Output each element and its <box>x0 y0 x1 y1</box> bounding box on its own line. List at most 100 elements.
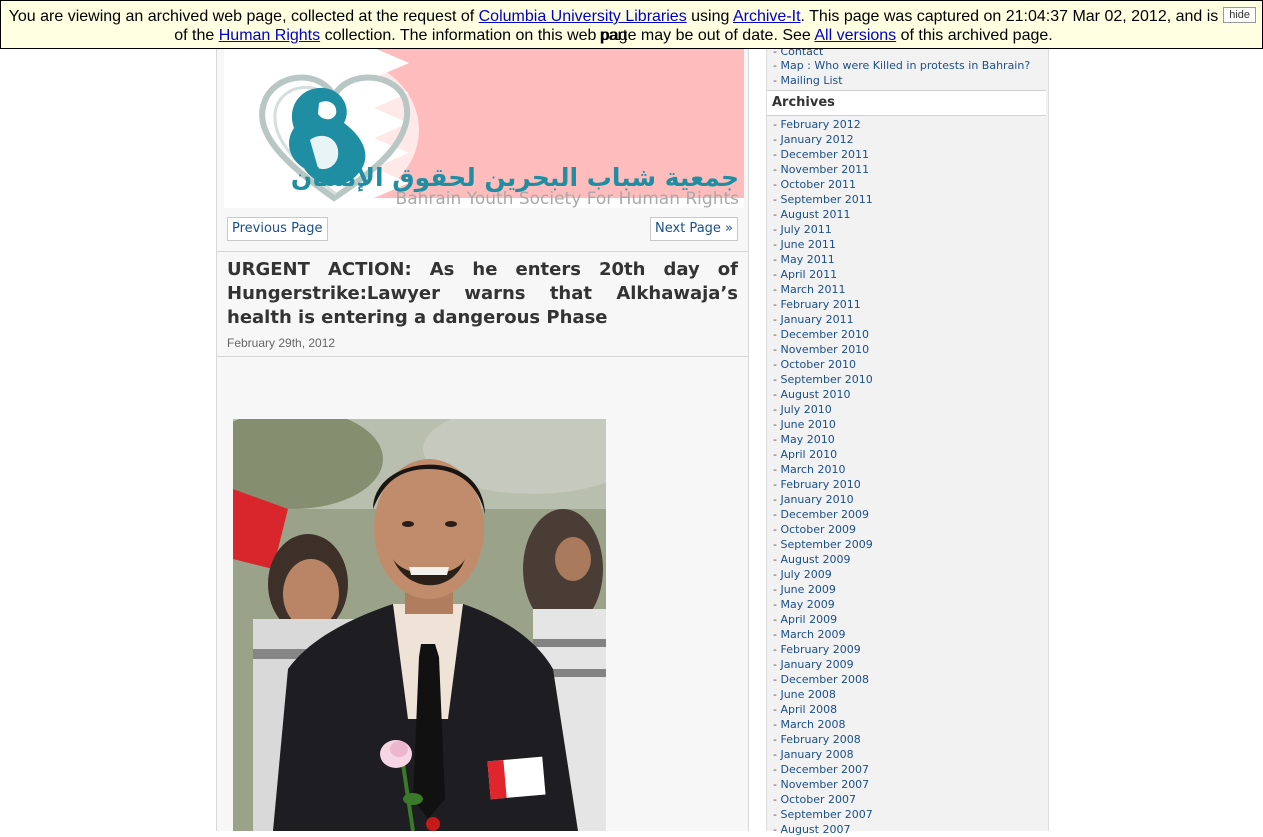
archive-link-label: April 2010 <box>780 448 838 461</box>
archive-link[interactable]: - July 2010 <box>767 402 1048 417</box>
archive-link[interactable]: - May 2010 <box>767 432 1048 447</box>
archive-link-label: February 2009 <box>780 643 861 656</box>
archive-banner: You are viewing an archived web page, co… <box>0 0 1263 49</box>
archive-link[interactable]: - January 2009 <box>767 657 1048 672</box>
archive-link[interactable]: - December 2010 <box>767 327 1048 342</box>
archive-link-label: October 2010 <box>780 358 856 371</box>
archives-header: Archives <box>767 90 1046 116</box>
post-date: February 29th, 2012 <box>227 336 336 350</box>
archive-link[interactable]: - January 2011 <box>767 312 1048 327</box>
archive-link[interactable]: - August 2011 <box>767 207 1048 222</box>
archive-link[interactable]: - September 2007 <box>767 807 1048 822</box>
sidebar: - Contact - Map : Who were Killed in pro… <box>766 0 1049 836</box>
archive-link[interactable]: - June 2011 <box>767 237 1048 252</box>
archive-link[interactable]: - February 2012 <box>767 117 1048 132</box>
archive-link[interactable]: - October 2007 <box>767 792 1048 807</box>
archive-link[interactable]: - September 2009 <box>767 537 1048 552</box>
archive-link-label: June 2009 <box>780 583 836 596</box>
archive-link-label: October 2007 <box>780 793 856 806</box>
sidebar-link-mailing-list[interactable]: - Mailing List <box>773 73 843 88</box>
divider <box>217 251 748 252</box>
archive-link[interactable]: - November 2010 <box>767 342 1048 357</box>
archive-link[interactable]: - February 2009 <box>767 642 1048 657</box>
archives-list: - February 2012- January 2012- December … <box>767 117 1048 837</box>
archive-link[interactable]: - June 2009 <box>767 582 1048 597</box>
banner-line-2: of the Human Rights collection. The info… <box>1 26 1226 45</box>
banner-text: collection. The information on this web … <box>320 27 815 44</box>
archive-link-label: January 2008 <box>780 748 854 761</box>
archive-link[interactable]: - October 2011 <box>767 177 1048 192</box>
portrait-photo <box>233 419 606 831</box>
archive-link[interactable]: - June 2008 <box>767 687 1048 702</box>
post-photo <box>233 419 606 831</box>
archive-link[interactable]: - October 2009 <box>767 522 1048 537</box>
archive-link[interactable]: - July 2011 <box>767 222 1048 237</box>
archive-link-label: November 2011 <box>780 163 870 176</box>
archive-link-label: January 2009 <box>780 658 854 671</box>
logo-graphic: جمعية شباب البحرين لحقوق الإنسان Bahrain… <box>259 48 744 208</box>
banner-text: of this archived page. <box>896 27 1053 44</box>
archive-link-label: August 2007 <box>780 823 851 836</box>
archive-link[interactable]: - December 2007 <box>767 762 1048 777</box>
archive-link[interactable]: - December 2011 <box>767 147 1048 162</box>
archive-link[interactable]: - February 2008 <box>767 732 1048 747</box>
post-title-link[interactable]: URGENT ACTION: As he enters 20th day of … <box>227 258 738 330</box>
next-page-button[interactable]: Next Page » <box>650 217 738 241</box>
archive-link-label: December 2010 <box>780 328 870 341</box>
archive-link-label: December 2011 <box>780 148 870 161</box>
columbia-libraries-link[interactable]: Columbia University Libraries <box>479 8 687 25</box>
all-versions-link[interactable]: All versions <box>814 27 896 44</box>
archive-link-label: January 2010 <box>780 493 854 506</box>
banner-text: of the <box>174 27 219 44</box>
archive-link[interactable]: - March 2009 <box>767 627 1048 642</box>
archive-link[interactable]: - September 2010 <box>767 372 1048 387</box>
archive-link[interactable]: - March 2011 <box>767 282 1048 297</box>
archive-link[interactable]: - January 2008 <box>767 747 1048 762</box>
archive-link[interactable]: - July 2009 <box>767 567 1048 582</box>
archive-link[interactable]: - January 2012 <box>767 132 1048 147</box>
archive-link[interactable]: - November 2011 <box>767 162 1048 177</box>
archive-link-label: April 2009 <box>780 613 838 626</box>
archive-link-label: November 2010 <box>780 343 870 356</box>
archive-link-label: October 2011 <box>780 178 856 191</box>
archive-link[interactable]: - October 2010 <box>767 357 1048 372</box>
archive-link[interactable]: - September 2011 <box>767 192 1048 207</box>
archive-link[interactable]: - May 2011 <box>767 252 1048 267</box>
archive-link[interactable]: - April 2010 <box>767 447 1048 462</box>
archive-link-label: May 2009 <box>780 598 835 611</box>
archive-it-link[interactable]: Archive-It <box>733 8 801 25</box>
sidebar-link-map[interactable]: - Map : Who were Killed in protests in B… <box>773 58 1030 73</box>
archive-link-label: June 2008 <box>780 688 836 701</box>
archive-link-label: November 2007 <box>780 778 870 791</box>
archive-link[interactable]: - February 2011 <box>767 297 1048 312</box>
archive-link[interactable]: - March 2008 <box>767 717 1048 732</box>
human-rights-collection-link[interactable]: Human Rights <box>219 27 320 44</box>
archive-link[interactable]: - April 2011 <box>767 267 1048 282</box>
archive-link[interactable]: - April 2008 <box>767 702 1048 717</box>
previous-page-button[interactable]: Previous Page <box>227 217 328 241</box>
archive-link[interactable]: - November 2007 <box>767 777 1048 792</box>
archive-link[interactable]: - August 2010 <box>767 387 1048 402</box>
sidebar-link-label: Mailing List <box>780 74 843 87</box>
archive-link-label: September 2009 <box>780 538 873 551</box>
archive-link-label: March 2009 <box>780 628 846 641</box>
divider <box>217 356 748 357</box>
archive-link-label: April 2008 <box>780 703 838 716</box>
archive-link-label: February 2011 <box>780 298 861 311</box>
archive-link[interactable]: - March 2010 <box>767 462 1048 477</box>
archive-link[interactable]: - December 2008 <box>767 672 1048 687</box>
hide-banner-button[interactable]: hide <box>1223 7 1256 23</box>
archive-link[interactable]: - April 2009 <box>767 612 1048 627</box>
archive-link-label: June 2011 <box>780 238 836 251</box>
archive-link[interactable]: - August 2009 <box>767 552 1048 567</box>
archive-link[interactable]: - August 2007 <box>767 822 1048 837</box>
archive-link[interactable]: - February 2010 <box>767 477 1048 492</box>
archive-link-label: February 2012 <box>780 118 861 131</box>
sidebar-link-label: Map : Who were Killed in protests in Bah… <box>780 59 1031 72</box>
archive-link-label: October 2009 <box>780 523 856 536</box>
archive-link[interactable]: - June 2010 <box>767 417 1048 432</box>
site-header-logo[interactable]: جمعية شباب البحرين لحقوق الإنسان Bahrain… <box>224 48 744 208</box>
archive-link[interactable]: - May 2009 <box>767 597 1048 612</box>
archive-link[interactable]: - December 2009 <box>767 507 1048 522</box>
archive-link[interactable]: - January 2010 <box>767 492 1048 507</box>
